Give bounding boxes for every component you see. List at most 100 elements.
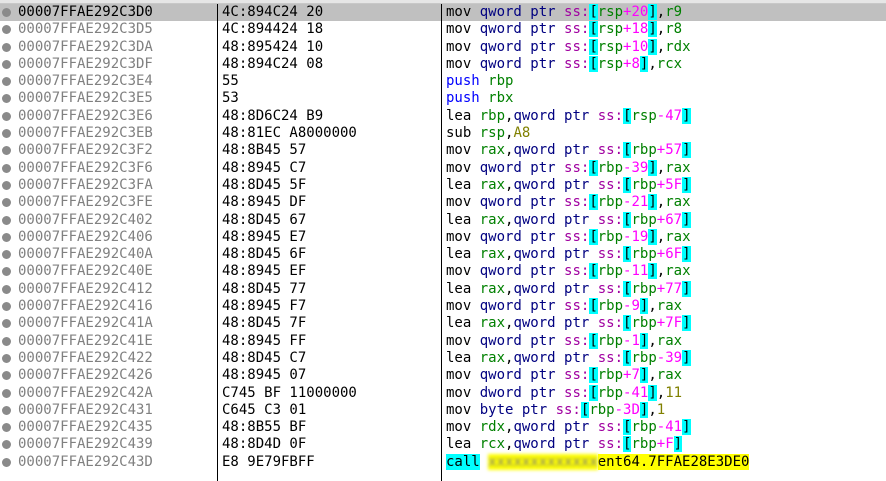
breakpoint-dot-icon[interactable]	[2, 59, 11, 69]
instruction-token: ss:	[564, 367, 590, 384]
breakpoint-dot-icon[interactable]	[2, 302, 11, 312]
instruction-token: mov	[446, 21, 480, 38]
instruction-token: qword ptr	[479, 263, 565, 280]
instruction-token: qword ptr	[513, 419, 598, 436]
disasm-row[interactable]: 00007FFAE292C40A 48:8D45 6F lea rax,qword …	[0, 246, 886, 263]
instruction-token: [	[589, 4, 598, 20]
breakpoint-dot-icon[interactable]	[2, 146, 11, 156]
bytes-cell: 48:8D45 7F	[222, 315, 307, 332]
disasm-row[interactable]: 00007FFAE292C406 48:8945 E7 mov qword ptr …	[0, 228, 886, 246]
disasm-row[interactable]: 00007FFAE292C41A 48:8D45 7F lea rax,qword …	[0, 315, 886, 332]
breakpoint-dot-icon[interactable]	[2, 267, 11, 277]
instruction-token: qword ptr	[513, 107, 598, 124]
breakpoint-dot-icon[interactable]	[2, 440, 11, 450]
disasm-row[interactable]: 00007FFAE292C3E4 55 push rbp	[0, 73, 886, 90]
address-cell: 00007FFAE292C42A	[18, 384, 153, 401]
instruction-token: rdx	[479, 419, 506, 436]
instruction-token: ss:	[597, 107, 624, 124]
address-cell: 00007FFAE292C406	[18, 228, 153, 245]
disasm-row[interactable]: 00007FFAE292C3F6 48:8945 C7 mov qword ptr …	[0, 159, 886, 177]
disasm-row[interactable]: 00007FFAE292C42A C745 BF 11000000 mov dwor…	[0, 384, 886, 402]
breakpoint-dot-icon[interactable]	[2, 371, 11, 381]
disasm-row[interactable]: 00007FFAE292C412 48:8D45 77 lea rax,qword …	[0, 280, 886, 298]
instruction-token: rbp	[488, 73, 514, 90]
instruction-token: ss:	[564, 38, 590, 55]
breakpoint-dot-icon[interactable]	[2, 42, 11, 52]
address-cell: 00007FFAE292C41E	[18, 332, 153, 349]
breakpoint-dot-icon[interactable]	[2, 232, 11, 242]
disasm-row[interactable]: 00007FFAE292C43D E8 9E79FBFF call xxxxxxxx…	[0, 453, 886, 471]
breakpoint-dot-icon[interactable]	[2, 111, 11, 121]
disasm-row[interactable]: 00007FFAE292C3FE 48:8945 DF mov qword ptr …	[0, 194, 886, 211]
instruction-token: mov	[446, 228, 480, 245]
disasm-row[interactable]: 00007FFAE292C435 48:8B55 BF mov rdx,qword …	[0, 419, 886, 436]
disassembly-view[interactable]: 00007FFAE292C3D0 4C:894C24 20 mov qword pt…	[0, 4, 886, 471]
disasm-row[interactable]: 00007FFAE292C3DA 48:895424 10 mov qword pt…	[0, 38, 886, 56]
instruction-cell: mov rax,qword ptr ss:[rbp+57]	[446, 142, 691, 159]
disasm-row[interactable]: 00007FFAE292C3EB 48:81EC A8000000 sub rsp,…	[0, 125, 886, 142]
address-cell: 00007FFAE292C3E5	[18, 90, 153, 107]
address-cell: 00007FFAE292C422	[18, 349, 153, 366]
disasm-row[interactable]: 00007FFAE292C422 48:8D45 C7 lea rax,qword …	[0, 349, 886, 367]
instruction-token: [	[589, 38, 598, 55]
disasm-row[interactable]: 00007FFAE292C439 48:8D4D 0F lea rcx,qword …	[0, 436, 886, 453]
instruction-token: rbp	[631, 349, 657, 366]
address-cell: 00007FFAE292C43D	[18, 453, 153, 470]
disasm-row[interactable]: 00007FFAE292C402 48:8D45 67 lea rax,qword …	[0, 211, 886, 229]
instruction-token: rbp	[631, 211, 657, 228]
breakpoint-dot-icon[interactable]	[2, 8, 11, 17]
breakpoint-dot-icon[interactable]	[2, 284, 11, 294]
breakpoint-dot-icon[interactable]	[2, 353, 11, 363]
breakpoint-dot-icon[interactable]	[2, 25, 11, 35]
instruction-token: qword ptr	[479, 21, 565, 38]
instruction-token: mov	[446, 159, 480, 176]
disasm-row[interactable]: 00007FFAE292C3F2 48:8B45 57 mov rax,qword …	[0, 142, 886, 159]
instruction-token: ss:	[597, 419, 624, 436]
breakpoint-dot-icon[interactable]	[2, 423, 11, 433]
instruction-token: ss:	[597, 246, 624, 263]
instruction-token: ]	[673, 436, 683, 453]
instruction-cell: mov qword ptr ss:[rbp-21],rax	[446, 194, 691, 211]
instruction-token: ]	[682, 142, 691, 159]
disasm-row[interactable]: 00007FFAE292C426 48:8945 07 mov qword ptr …	[0, 367, 886, 384]
breakpoint-dot-icon[interactable]	[2, 129, 11, 139]
instruction-token: lea	[446, 211, 480, 228]
breakpoint-dot-icon[interactable]	[2, 163, 11, 173]
instruction-token: rsp	[597, 55, 624, 72]
instruction-cell: mov qword ptr ss:[rsp+8],rcx	[446, 55, 682, 73]
disasm-row[interactable]: 00007FFAE292C3FA 48:8D45 5F lea rax,qword …	[0, 176, 886, 194]
disasm-row[interactable]: 00007FFAE292C3E6 48:8D6C24 B9 lea rbp,qwor…	[0, 107, 886, 125]
instruction-token: ,	[656, 263, 666, 280]
disasm-row[interactable]: 00007FFAE292C40E 48:8945 EF mov qword ptr …	[0, 263, 886, 280]
disasm-row[interactable]: 00007FFAE292C416 48:8945 F7 mov qword ptr …	[0, 298, 886, 315]
disasm-row[interactable]: 00007FFAE292C3DF 48:894C24 08 mov qword pt…	[0, 55, 886, 73]
instruction-cell: lea rax,qword ptr ss:[rbp-39]	[446, 349, 691, 367]
disasm-row[interactable]: 00007FFAE292C3D0 4C:894C24 20 mov qword pt…	[0, 4, 886, 22]
instruction-token: rbp	[631, 419, 657, 436]
instruction-token: +7	[623, 367, 640, 384]
breakpoint-dot-icon[interactable]	[2, 388, 11, 398]
breakpoint-dot-icon[interactable]	[2, 180, 11, 190]
instruction-cell: mov qword ptr ss:[rbp-1],rax	[446, 332, 682, 350]
disasm-row[interactable]: 00007FFAE292C3D5 4C:894424 18 mov qword pt…	[0, 21, 886, 38]
breakpoint-dot-icon[interactable]	[2, 336, 11, 346]
bytes-cell: 4C:894C24 20	[222, 4, 324, 20]
instruction-token: mov	[446, 4, 480, 20]
address-cell: 00007FFAE292C402	[18, 211, 153, 228]
breakpoint-dot-icon[interactable]	[2, 457, 11, 467]
breakpoint-dot-icon[interactable]	[2, 405, 11, 415]
disasm-row[interactable]: 00007FFAE292C41E 48:8945 FF mov qword ptr …	[0, 332, 886, 350]
breakpoint-dot-icon[interactable]	[2, 198, 11, 208]
breakpoint-dot-icon[interactable]	[2, 319, 11, 329]
breakpoint-dot-icon[interactable]	[2, 250, 11, 260]
disasm-row[interactable]: 00007FFAE292C3E5 53 push rbx	[0, 90, 886, 107]
breakpoint-dot-icon[interactable]	[2, 77, 11, 87]
instruction-cell: sub rsp,A8	[446, 125, 530, 142]
instruction-token: ss:	[597, 436, 624, 453]
breakpoint-dot-icon[interactable]	[2, 215, 11, 225]
instruction-token: +18	[623, 21, 649, 38]
breakpoint-dot-icon[interactable]	[2, 94, 11, 104]
instruction-token: ]	[682, 349, 691, 366]
instruction-token: -47	[656, 107, 683, 124]
disasm-row[interactable]: 00007FFAE292C431 C645 C3 01 mov byte ptr s…	[0, 401, 886, 419]
